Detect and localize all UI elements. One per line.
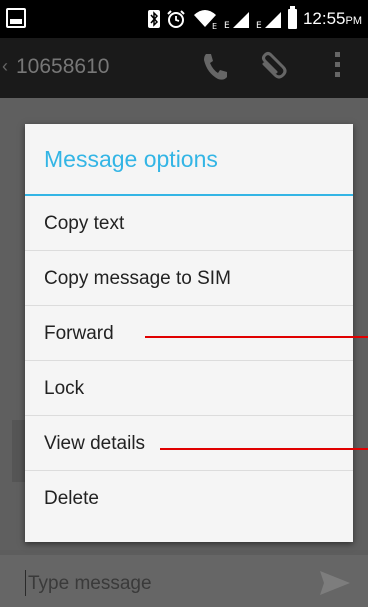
status-icons: E E E 12:55PM <box>147 0 368 38</box>
bluetooth-icon <box>147 10 160 28</box>
status-bar: E E E 12:55PM <box>0 0 368 38</box>
signal-icon: E <box>256 12 281 29</box>
message-options-dialog: Message options Copy text Copy message t… <box>25 124 353 542</box>
option-forward[interactable]: Forward <box>25 306 353 361</box>
paperclip-icon[interactable] <box>256 50 290 84</box>
battery-icon <box>287 6 297 29</box>
send-icon[interactable] <box>318 569 352 597</box>
option-view-details[interactable]: View details <box>25 416 353 471</box>
annotation-line-forward <box>145 336 368 338</box>
option-copy-to-sim[interactable]: Copy message to SIM <box>25 251 353 306</box>
overflow-menu-icon[interactable] <box>332 52 342 82</box>
wifi-icon: E <box>193 10 217 30</box>
option-delete[interactable]: Delete <box>25 471 353 526</box>
contact-number[interactable]: 10658610 <box>16 55 109 79</box>
back-chevron-icon[interactable]: ‹ <box>2 56 8 77</box>
svg-text:E: E <box>212 22 217 30</box>
message-input[interactable] <box>26 569 310 599</box>
action-bar: ‹ 10658610 <box>0 38 368 98</box>
svg-text:E: E <box>256 21 262 29</box>
signal-icon: E <box>224 12 249 29</box>
option-copy-text[interactable]: Copy text <box>25 196 353 251</box>
dialog-title: Message options <box>44 146 218 172</box>
svg-text:E: E <box>224 21 230 29</box>
phone-icon[interactable] <box>200 50 230 84</box>
alarm-icon <box>167 10 185 28</box>
option-lock[interactable]: Lock <box>25 361 353 416</box>
status-time: 12:55PM <box>302 9 362 28</box>
compose-bar <box>0 555 368 607</box>
message-bubble[interactable] <box>12 420 26 482</box>
gallery-icon <box>6 8 26 28</box>
annotation-line-view-details <box>160 448 368 450</box>
